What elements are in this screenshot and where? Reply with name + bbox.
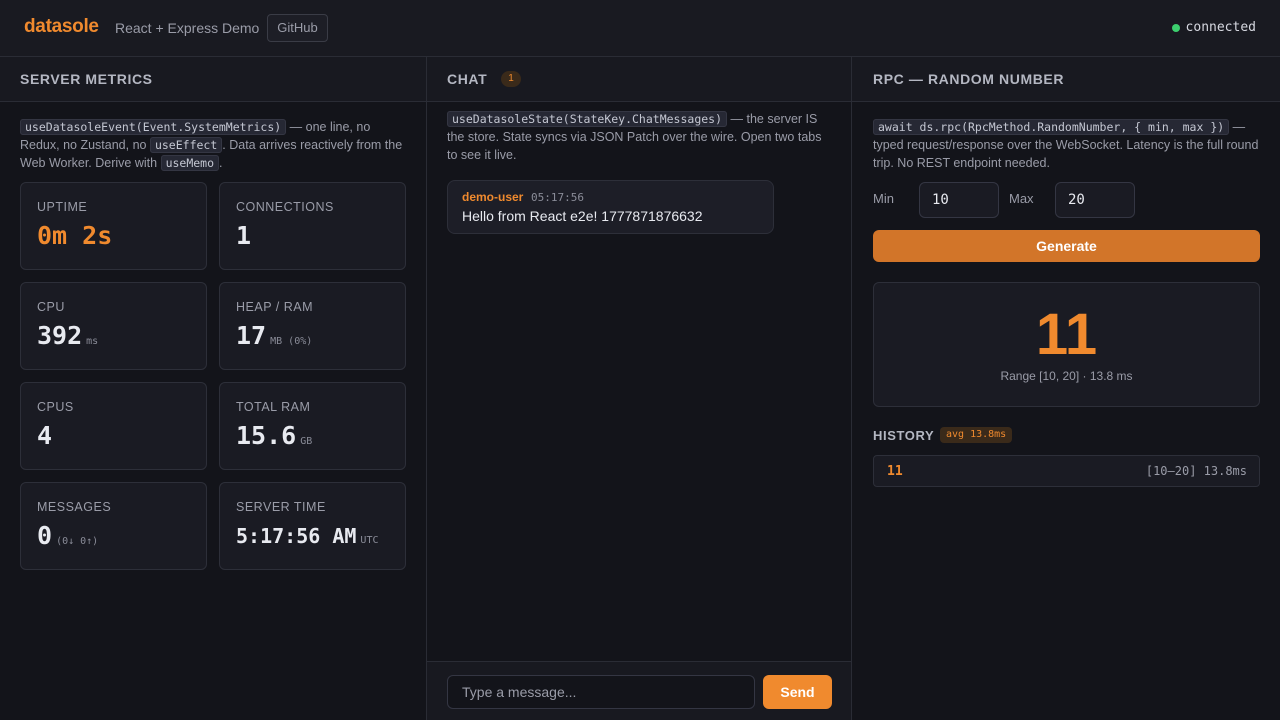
code-snippet: useMemo [160, 155, 220, 171]
chat-count-badge: 1 [501, 71, 521, 87]
chat-message-user: demo-user [462, 190, 524, 204]
brand-logo[interactable]: datasole [24, 16, 99, 38]
metric-card-messages: MESSAGES 0 (0↓ 0↑) [20, 482, 207, 570]
metric-value: 17 [236, 321, 267, 350]
rpc-result-meta: Range [10, 20] · 13.8 ms [1000, 369, 1133, 383]
metric-label: UPTIME [37, 200, 88, 214]
rpc-panel: RPC — RANDOM NUMBER await ds.rpc(RpcMeth… [852, 57, 1280, 720]
code-snippet: useEffect [149, 137, 223, 153]
metric-value: 5:17:56 AM [236, 524, 357, 548]
metric-card-heap: HEAP / RAM 17 MB (0%) [219, 282, 406, 370]
metric-value-wrap: 5:17:56 AM UTC [236, 524, 378, 548]
metric-value: 0m 2s [37, 221, 113, 250]
chat-title: CHAT [447, 71, 488, 87]
metric-unit: (0↓ 0↑) [56, 536, 99, 547]
min-input[interactable] [919, 182, 999, 218]
chat-message-time: 05:17:56 [531, 191, 584, 204]
server-metrics-description: useDatasoleEvent(Event.SystemMetrics) — … [20, 118, 410, 172]
metric-unit: UTC [360, 535, 379, 546]
metric-card-uptime: UPTIME 0m 2s [20, 182, 207, 270]
server-metrics-panel: SERVER METRICS useDatasoleEvent(Event.Sy… [0, 57, 426, 720]
status-dot-icon [1171, 23, 1180, 32]
max-label: Max [1009, 191, 1034, 206]
github-link-button[interactable]: GitHub [267, 14, 328, 42]
chat-header: CHAT 1 [427, 57, 851, 102]
metric-label: MESSAGES [37, 500, 112, 514]
metric-card-server-time: SERVER TIME 5:17:56 AM UTC [219, 482, 406, 570]
metric-label: CPUS [37, 400, 74, 414]
metric-value: 4 [37, 421, 53, 450]
code-snippet: await ds.rpc(RpcMethod.RandomNumber, { m… [873, 119, 1230, 135]
chat-message-text: Hello from React e2e! 1777871876632 [462, 208, 703, 224]
metric-value-wrap: 17 MB (0%) [236, 321, 312, 350]
min-label: Min [873, 191, 894, 206]
metric-label: SERVER TIME [236, 500, 326, 514]
metric-value: 15.6 [236, 421, 297, 450]
chat-description: useDatasoleState(StateKey.ChatMessages) … [447, 110, 835, 164]
send-button[interactable]: Send [763, 675, 832, 709]
app-subtitle: React + Express Demo [115, 20, 260, 36]
metric-value-wrap: 0 (0↓ 0↑) [37, 521, 98, 550]
metric-value-wrap: 392 ms [37, 321, 98, 350]
metric-card-cpus: CPUS 4 [20, 382, 207, 470]
chat-compose-bar: Send [427, 661, 851, 720]
metric-card-connections: CONNECTIONS 1 [219, 182, 406, 270]
rpc-description: await ds.rpc(RpcMethod.RandomNumber, { m… [873, 118, 1260, 172]
metric-unit: GB [300, 436, 313, 447]
description-text: . [219, 156, 223, 170]
chat-message-input[interactable] [447, 675, 755, 709]
metric-value-wrap: 15.6 GB [236, 421, 312, 450]
rpc-result-value: 11 [1035, 302, 1098, 367]
max-input[interactable] [1055, 182, 1135, 218]
metric-unit: MB (0%) [270, 336, 313, 347]
chat-message: demo-user 05:17:56 Hello from React e2e!… [447, 180, 774, 234]
metric-value: 392 [37, 321, 83, 350]
generate-button[interactable]: Generate [873, 230, 1260, 262]
history-row: 11 [10–20] 13.8ms [873, 455, 1260, 487]
chat-panel: CHAT 1 useDatasoleState(StateKey.ChatMes… [426, 57, 852, 720]
server-metrics-header: SERVER METRICS [0, 57, 426, 102]
metric-label: CPU [37, 300, 65, 314]
history-title: HISTORY [873, 428, 935, 443]
history-avg-badge: avg 13.8ms [940, 427, 1013, 443]
metric-label: HEAP / RAM [236, 300, 314, 314]
metric-value: 1 [236, 221, 252, 250]
history-row-meta: [10–20] 13.8ms [1145, 464, 1247, 478]
history-row-value: 11 [887, 464, 903, 479]
metric-unit: ms [86, 336, 99, 347]
code-snippet: useDatasoleEvent(Event.SystemMetrics) [20, 119, 287, 135]
metric-value: 0 [37, 521, 53, 550]
metric-card-cpu: CPU 392 ms [20, 282, 207, 370]
metric-label: TOTAL RAM [236, 400, 311, 414]
app-header: datasole React + Express Demo GitHub con… [0, 0, 1280, 57]
connection-status-text: connected [1185, 20, 1256, 35]
server-metrics-title: SERVER METRICS [20, 71, 153, 87]
rpc-title: RPC — RANDOM NUMBER [873, 71, 1065, 87]
metric-card-total-ram: TOTAL RAM 15.6 GB [219, 382, 406, 470]
code-snippet: useDatasoleState(StateKey.ChatMessages) [447, 111, 728, 127]
rpc-result-card: 11 Range [10, 20] · 13.8 ms [873, 282, 1260, 407]
connection-status: connected [1171, 20, 1256, 35]
rpc-header: RPC — RANDOM NUMBER [852, 57, 1280, 102]
metric-label: CONNECTIONS [236, 200, 334, 214]
